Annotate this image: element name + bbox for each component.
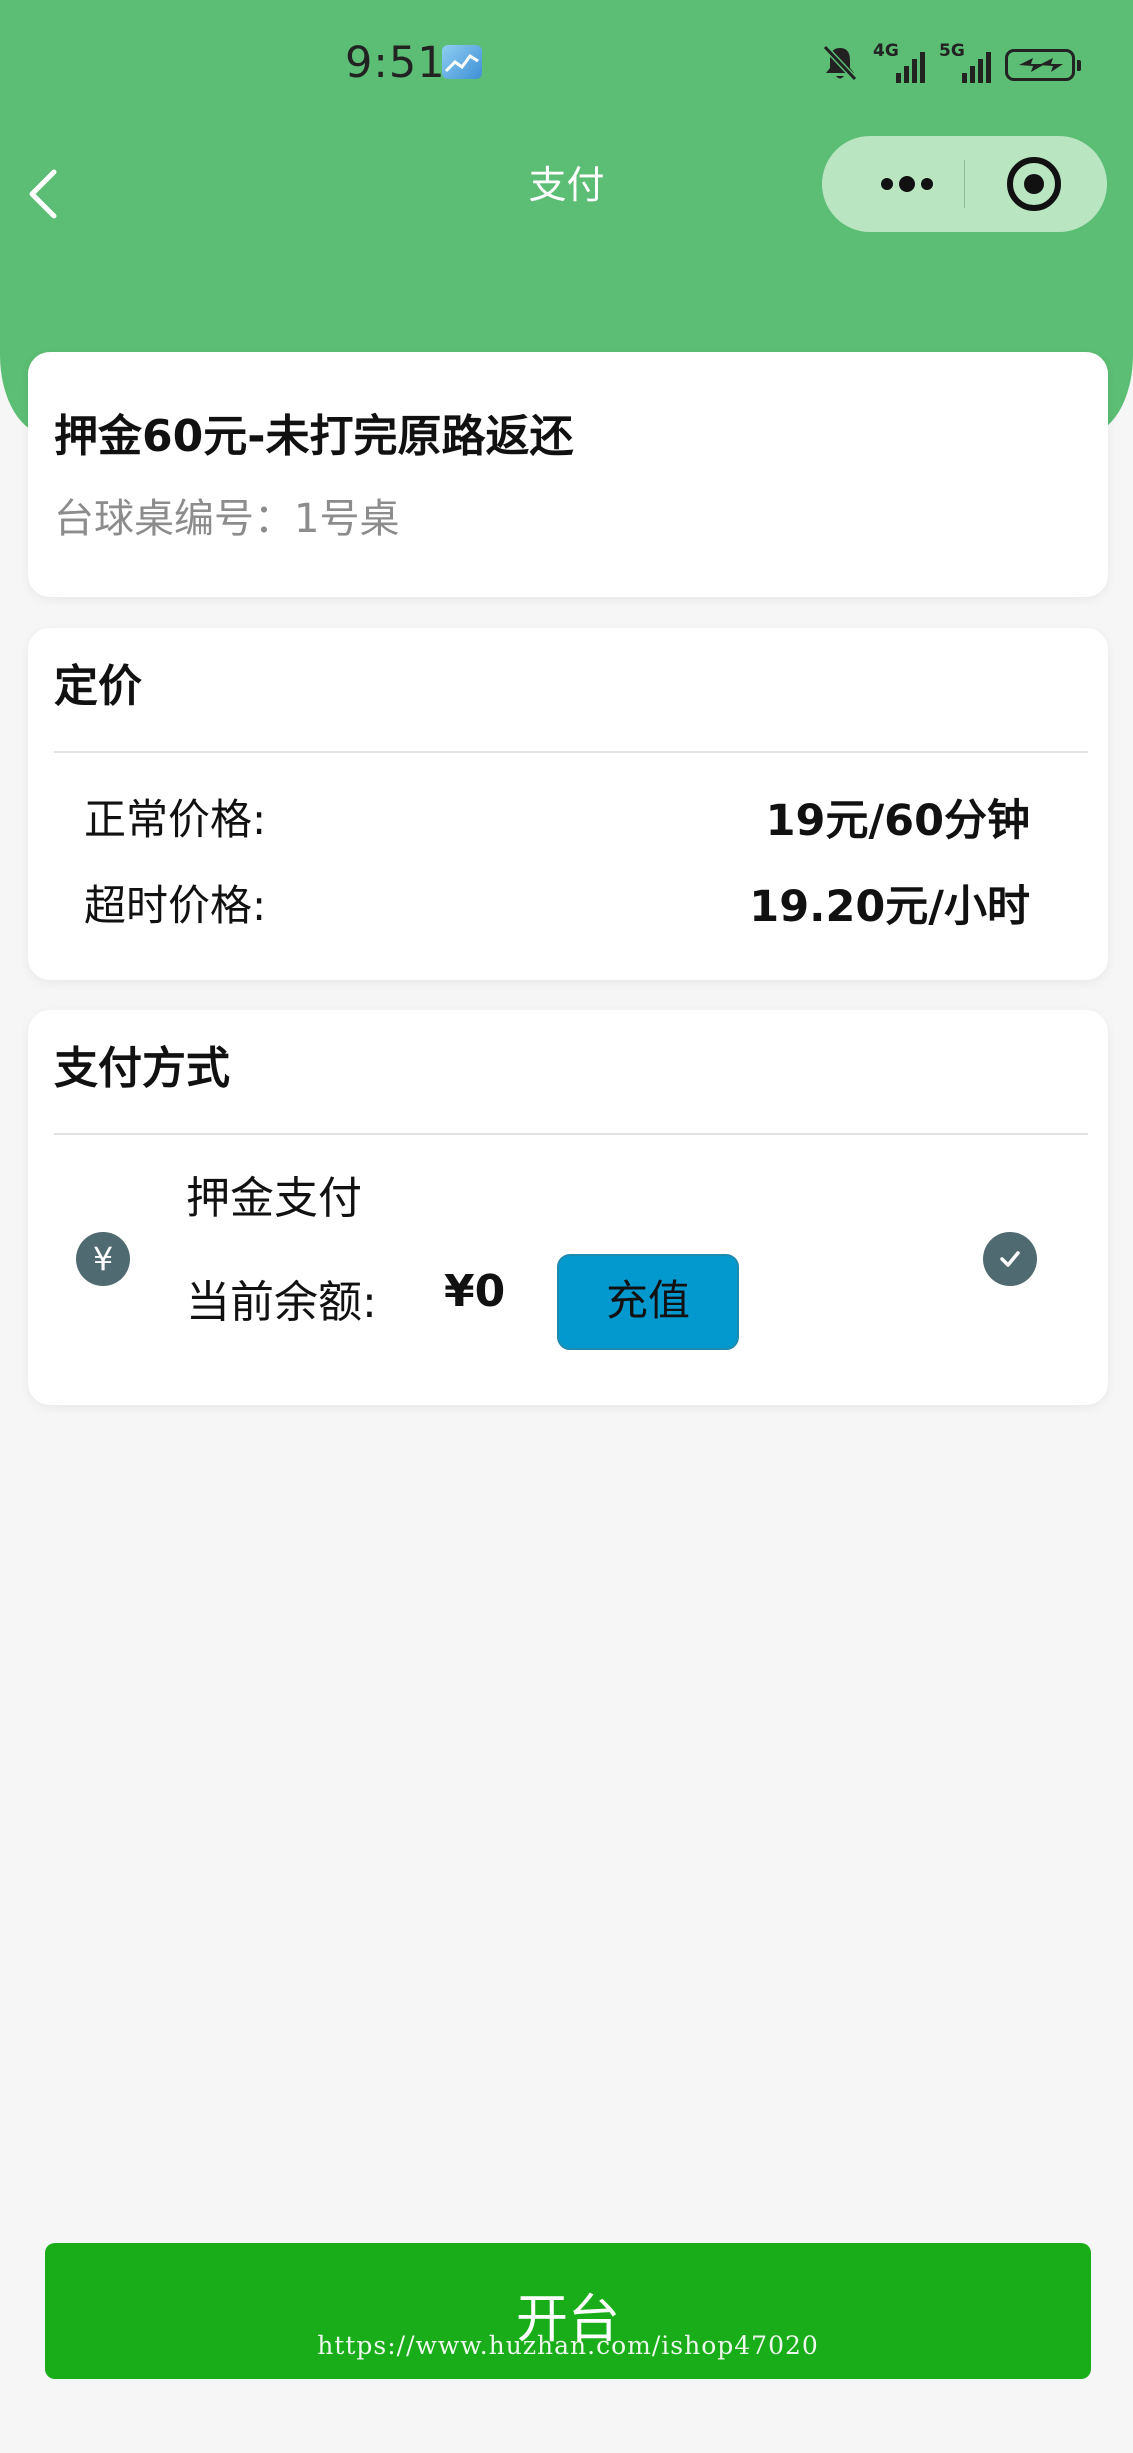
pricing-divider	[54, 751, 1088, 753]
recharge-button[interactable]: 充值	[557, 1254, 739, 1350]
capsule-divider	[964, 160, 965, 208]
yen-coin-icon: ¥	[76, 1232, 130, 1286]
signal-4g-label: 4G	[873, 41, 899, 61]
target-close-icon	[1007, 157, 1061, 211]
payment-divider	[54, 1133, 1088, 1135]
normal-price-value: 19元/60分钟	[765, 796, 1030, 846]
payment-method-name[interactable]: 押金支付	[186, 1162, 362, 1226]
package-title: 押金60元-未打完原路返还	[54, 411, 574, 462]
more-dots-icon	[881, 176, 933, 192]
normal-price-label: 正常价格:	[84, 795, 267, 844]
open-table-button[interactable]: 开台 https://www.huzhan.com/ishop47020	[45, 2243, 1091, 2379]
overtime-price-label: 超时价格:	[84, 881, 267, 930]
pricing-card: 定价 正常价格: 19元/60分钟 超时价格: 19.20元/小时	[28, 628, 1108, 980]
table-number: 台球桌编号：1号桌	[54, 486, 399, 544]
table-number-label: 台球桌编号：	[54, 496, 294, 542]
overtime-price-value: 19.20元/小时	[749, 882, 1030, 932]
gallery-notification-icon	[442, 45, 482, 79]
battery-charging-icon	[1005, 49, 1081, 81]
status-bar: 9:51 4G 5G	[0, 30, 1133, 100]
signal-5g-icon: 5G	[939, 43, 991, 87]
watermark-text: https://www.huzhan.com/ishop47020	[317, 2331, 819, 2360]
mini-program-capsule	[822, 136, 1107, 232]
status-time: 9:51	[345, 38, 446, 88]
check-circle-icon[interactable]	[983, 1232, 1037, 1286]
pricing-title: 定价	[54, 661, 142, 712]
package-card: 押金60元-未打完原路返还 台球桌编号：1号桌	[28, 352, 1108, 597]
bell-off-icon	[821, 43, 859, 87]
payment-title: 支付方式	[54, 1043, 230, 1094]
signal-4g-icon: 4G	[873, 43, 925, 87]
payment-method-card: 支付方式 ¥ 押金支付 当前余额: ¥0 充值	[28, 1010, 1108, 1405]
status-icons: 4G 5G	[821, 40, 1081, 90]
close-mini-program-button[interactable]	[1005, 155, 1063, 213]
balance-value: ¥0	[444, 1266, 506, 1317]
signal-5g-label: 5G	[939, 41, 965, 61]
table-number-value: 1号桌	[294, 496, 400, 542]
more-button[interactable]	[862, 136, 952, 232]
balance-label: 当前余额:	[186, 1277, 377, 1328]
